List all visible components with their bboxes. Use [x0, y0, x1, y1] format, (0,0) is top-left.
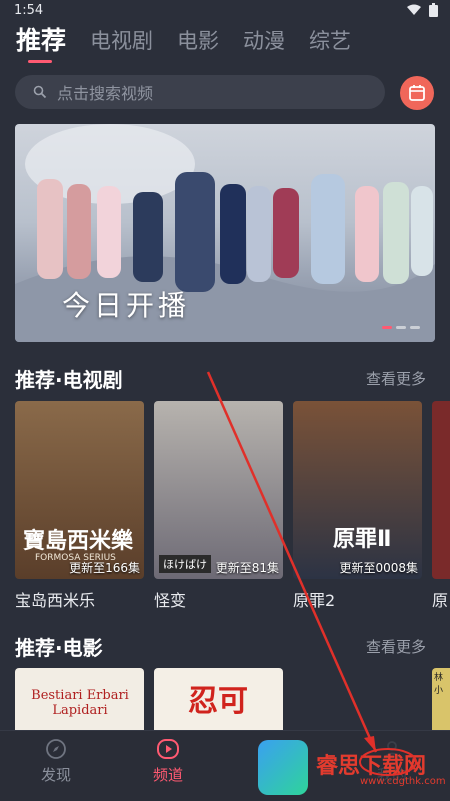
- movie-card-poster[interactable]: Bestiari Erbari Lapidari: [15, 668, 144, 730]
- category-tabs: 推荐 电视剧 电影 动漫 综艺: [16, 26, 351, 63]
- play-icon: [157, 739, 179, 759]
- poster-text: 寶島西米樂: [23, 528, 134, 554]
- search-bar[interactable]: 点击搜索视频: [15, 75, 385, 109]
- watermark-url: www.cdgthk.com: [360, 776, 446, 787]
- episode-badge: 更新至81集: [215, 561, 279, 575]
- poster-text: Bestiari Erbari Lapidari: [31, 688, 129, 718]
- movie-card-poster[interactable]: 忍可: [154, 668, 283, 730]
- pagination-dot: [410, 326, 420, 329]
- nav-label: 发现: [40, 766, 71, 784]
- section-title-movies: 推荐·电影: [15, 636, 103, 660]
- status-time: 1:54: [14, 3, 44, 18]
- banner-title: 今日开播: [62, 289, 191, 322]
- status-icons: [407, 3, 438, 17]
- nav-discover[interactable]: 发现: [16, 738, 96, 785]
- calendar-button[interactable]: [400, 76, 434, 110]
- tv-card-title[interactable]: 怪变: [154, 587, 186, 611]
- tv-card-title[interactable]: 原: [432, 587, 448, 611]
- tv-card-title[interactable]: 原罪2: [293, 587, 335, 611]
- pagination-dot: [396, 326, 406, 329]
- movie-card-poster[interactable]: 林小: [432, 668, 450, 730]
- tv-card-poster[interactable]: [432, 401, 450, 579]
- poster-text: 林小: [434, 673, 444, 696]
- poster-text: ほけばけ: [159, 555, 211, 573]
- tab-label: 推荐: [16, 26, 67, 55]
- calendar-icon: [409, 85, 425, 101]
- movies-see-more-link[interactable]: 查看更多: [366, 636, 426, 657]
- wifi-icon: [407, 4, 421, 15]
- banner-pagination: [382, 326, 420, 329]
- tab-variety[interactable]: 综艺: [309, 26, 351, 56]
- section-title-tv: 推荐·电视剧: [15, 368, 123, 392]
- pagination-dot: [382, 326, 392, 329]
- poster-text: 原罪Ⅱ: [333, 527, 392, 552]
- poster-text: 忍可: [188, 684, 248, 719]
- active-tab-indicator: [28, 60, 52, 63]
- tv-card-title[interactable]: 宝岛西米乐: [15, 587, 95, 611]
- watermark-logo: [258, 740, 308, 795]
- tv-card-poster[interactable]: 原罪Ⅱ 更新至0008集: [293, 401, 422, 579]
- tv-see-more-link[interactable]: 查看更多: [366, 368, 426, 389]
- episode-badge: 更新至166集: [69, 561, 140, 575]
- status-bar: [0, 0, 450, 24]
- battery-icon: [429, 3, 438, 17]
- tab-tv-series[interactable]: 电视剧: [90, 26, 153, 56]
- nav-label: 频道: [152, 766, 183, 784]
- tab-anime[interactable]: 动漫: [243, 26, 285, 56]
- search-placeholder: 点击搜索视频: [57, 84, 154, 103]
- tab-movies[interactable]: 电影: [177, 26, 219, 56]
- tv-card-poster[interactable]: ほけばけ 更新至81集: [154, 401, 283, 579]
- nav-channel[interactable]: 频道: [128, 738, 208, 785]
- episode-badge: 更新至0008集: [339, 561, 418, 575]
- compass-icon: [46, 739, 66, 759]
- search-icon: [33, 85, 47, 99]
- tv-card-poster[interactable]: 寶島西米樂 FORMOSA SERIUS 更新至166集: [15, 401, 144, 579]
- tab-recommend[interactable]: 推荐: [16, 26, 67, 63]
